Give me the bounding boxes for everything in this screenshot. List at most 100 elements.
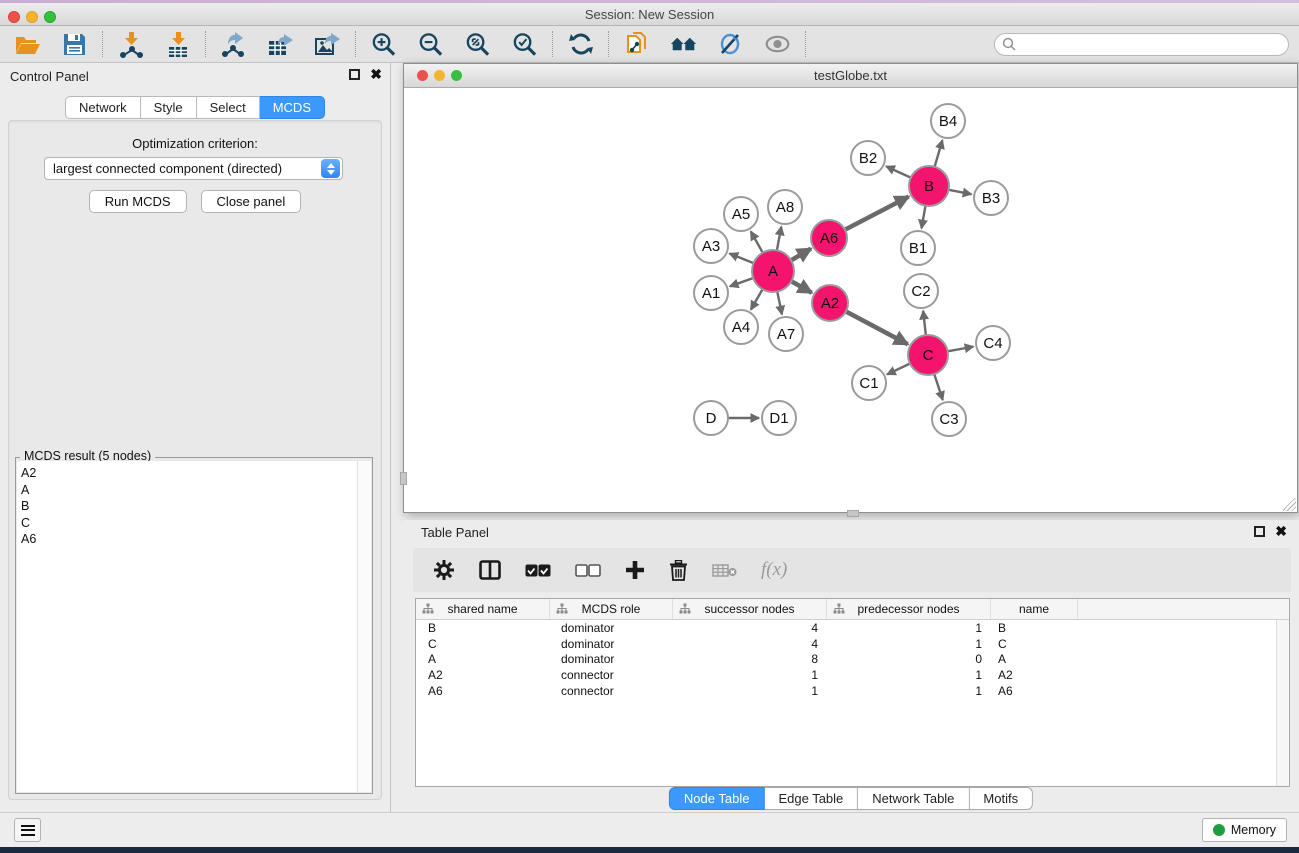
graph-edge-A-A3[interactable]	[730, 253, 756, 263]
tab-edge-table[interactable]: Edge Table	[764, 787, 858, 810]
import-network-icon[interactable]	[117, 31, 144, 58]
graph-edge-A6-B[interactable]	[843, 197, 908, 231]
search-box[interactable]	[994, 33, 1289, 56]
tab-network[interactable]: Network	[65, 96, 141, 119]
main-titlebar[interactable]: Session: New Session	[0, 3, 1299, 26]
zoom-selected-icon[interactable]	[511, 31, 538, 58]
mcds-result-item[interactable]: A2	[21, 465, 357, 482]
graph-edge-A2-C[interactable]	[844, 310, 908, 344]
cell-name[interactable]: A2	[991, 667, 1078, 683]
close-panel-icon[interactable]: ✖	[370, 69, 382, 80]
cell-name[interactable]: C	[991, 636, 1078, 652]
add-row-plus-icon[interactable]	[625, 560, 645, 580]
export-table-icon[interactable]	[267, 31, 294, 58]
tab-style[interactable]: Style	[141, 96, 197, 119]
cell-name[interactable]: A	[991, 652, 1078, 668]
cell-mcds-role[interactable]: connector	[550, 667, 673, 683]
column-header-mcds-role[interactable]: MCDS role	[550, 599, 673, 619]
tab-node-table[interactable]: Node Table	[669, 787, 765, 810]
network-horizontal-scroll-thumb[interactable]	[847, 510, 859, 517]
cell-successor-nodes[interactable]: 4	[673, 636, 827, 652]
network-graph[interactable]: B4B2BB3A5A8A6A3B1AA1C2A2A4A7C4CC1DD1C3	[404, 89, 1297, 513]
graph-edge-C-C1[interactable]	[887, 363, 912, 375]
graph-edge-A-A4[interactable]	[751, 287, 764, 309]
save-session-icon[interactable]	[61, 31, 88, 58]
cell-shared-name[interactable]: B	[416, 620, 550, 636]
graph-edge-A-A5[interactable]	[751, 231, 764, 254]
graph-edge-A-A6[interactable]	[789, 249, 811, 262]
mcds-result-list[interactable]: A2ABCA6	[17, 461, 357, 792]
cell-shared-name[interactable]: A2	[416, 667, 550, 683]
cell-predecessor-nodes[interactable]: 1	[827, 620, 991, 636]
cell-shared-name[interactable]: C	[416, 636, 550, 652]
cell-mcds-role[interactable]: dominator	[550, 636, 673, 652]
graph-edge-C-C4[interactable]	[946, 347, 974, 352]
table-settings-gear-icon[interactable]	[433, 559, 455, 581]
function-builder-icon[interactable]: f(x)	[761, 559, 787, 581]
run-mcds-button[interactable]: Run MCDS	[89, 190, 187, 213]
zoom-out-icon[interactable]	[417, 31, 444, 58]
column-header-shared-name[interactable]: shared name	[416, 599, 550, 619]
network-vertical-scroll-thumb[interactable]	[400, 472, 407, 485]
graph-edge-A-A8[interactable]	[777, 227, 782, 253]
graph-edge-B-B1[interactable]	[921, 204, 925, 229]
mcds-result-item[interactable]: B	[21, 498, 357, 515]
cell-name[interactable]: A6	[991, 683, 1078, 699]
network-window-titlebar[interactable]: testGlobe.txt	[404, 64, 1297, 88]
tab-network-table[interactable]: Network Table	[858, 787, 969, 810]
graph-edge-B-B2[interactable]	[886, 166, 912, 178]
hide-graphics-details-icon[interactable]	[717, 31, 744, 58]
node-table-scrollbar[interactable]	[1276, 620, 1289, 786]
mcds-result-scrollbar[interactable]	[357, 461, 371, 792]
table-row[interactable]: A2connector11A2	[416, 667, 1289, 683]
deselect-all-icon[interactable]	[575, 564, 601, 577]
show-hide-annotations-eye-icon[interactable]	[764, 31, 791, 58]
network-canvas[interactable]: B4B2BB3A5A8A6A3B1AA1C2A2A4A7C4CC1DD1C3	[404, 89, 1297, 512]
cell-predecessor-nodes[interactable]: 1	[827, 667, 991, 683]
close-panel-button[interactable]: Close panel	[201, 190, 302, 213]
cell-predecessor-nodes[interactable]: 0	[827, 652, 991, 668]
export-network-icon[interactable]	[220, 31, 247, 58]
float-panel-icon[interactable]	[349, 69, 360, 80]
criterion-dropdown[interactable]: largest connected component (directed)	[44, 157, 343, 180]
memory-button[interactable]: Memory	[1202, 818, 1287, 842]
mcds-result-item[interactable]: C	[21, 515, 357, 532]
open-file-icon[interactable]	[14, 31, 41, 58]
column-header-name[interactable]: name	[991, 599, 1078, 619]
cell-name[interactable]: B	[991, 620, 1078, 636]
cell-shared-name[interactable]: A6	[416, 683, 550, 699]
table-float-panel-icon[interactable]	[1254, 526, 1265, 537]
node-table[interactable]: shared nameMCDS rolesuccessor nodesprede…	[415, 598, 1290, 787]
graph-edge-C-C3[interactable]	[934, 372, 943, 400]
select-all-icon[interactable]	[525, 564, 551, 577]
graph-edge-A-A7[interactable]	[777, 290, 782, 315]
mcds-result-item[interactable]: A6	[21, 531, 357, 548]
cell-successor-nodes[interactable]: 1	[673, 683, 827, 699]
graph-edge-C-C2[interactable]	[923, 311, 926, 337]
cell-shared-name[interactable]: A	[416, 652, 550, 668]
home-icon[interactable]	[670, 31, 697, 58]
window-resize-grip[interactable]	[1283, 498, 1296, 511]
split-columns-icon[interactable]	[479, 560, 501, 580]
refresh-icon[interactable]	[567, 31, 594, 58]
column-header-successor-nodes[interactable]: successor nodes	[673, 599, 827, 619]
export-image-icon[interactable]	[314, 31, 341, 58]
delete-column-icon[interactable]	[712, 563, 737, 578]
search-input[interactable]	[1020, 37, 1280, 51]
cell-predecessor-nodes[interactable]: 1	[827, 636, 991, 652]
delete-trash-icon[interactable]	[669, 560, 688, 581]
cell-mcds-role[interactable]: dominator	[550, 652, 673, 668]
table-close-panel-icon[interactable]: ✖	[1275, 526, 1287, 537]
mcds-result-item[interactable]: A	[21, 482, 357, 499]
graph-edge-A-A2[interactable]	[790, 280, 812, 292]
graph-edge-B-B4[interactable]	[934, 140, 942, 169]
tab-select[interactable]: Select	[197, 96, 260, 119]
table-row[interactable]: A6connector11A6	[416, 683, 1289, 699]
table-row[interactable]: Bdominator41B	[416, 620, 1289, 636]
tab-motifs[interactable]: Motifs	[969, 787, 1033, 810]
cell-successor-nodes[interactable]: 4	[673, 620, 827, 636]
zoom-fit-icon[interactable]	[464, 31, 491, 58]
cell-predecessor-nodes[interactable]: 1	[827, 683, 991, 699]
tab-mcds[interactable]: MCDS	[260, 96, 325, 119]
graph-edge-A-A1[interactable]	[730, 277, 755, 286]
